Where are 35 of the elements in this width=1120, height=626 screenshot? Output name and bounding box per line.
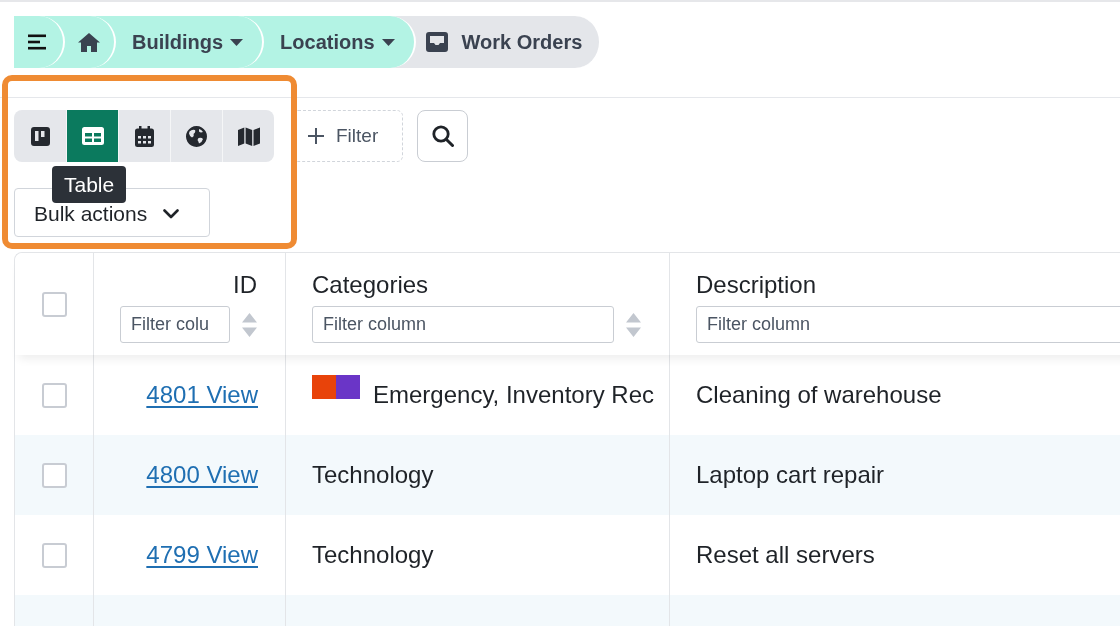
table-cell: Technology	[312, 461, 434, 489]
work-order-link[interactable]: 4800 View	[146, 461, 258, 489]
filter-field[interactable]: Filter colu	[120, 306, 230, 343]
table-cell: Reset all servers	[696, 541, 875, 569]
search-button[interactable]	[417, 110, 468, 162]
calendar-icon	[135, 125, 154, 147]
column-title: Description	[696, 272, 817, 298]
column-title: Categories	[312, 272, 429, 298]
home-icon	[78, 32, 100, 52]
table-cell: Technology	[312, 541, 434, 569]
menu-icon	[28, 34, 46, 50]
table-cell: Laptop cart repair	[696, 461, 885, 489]
row-checkbox[interactable]	[41, 542, 67, 568]
inbox-icon	[425, 32, 448, 52]
board-icon	[30, 126, 50, 146]
table-icon	[81, 127, 104, 145]
work-order-link[interactable]: 4799 View	[146, 541, 258, 569]
row-checkbox[interactable]	[41, 462, 67, 488]
column-title: ID	[233, 272, 257, 298]
caret-icon	[230, 38, 244, 46]
filter-field[interactable]: Filter column	[696, 306, 1120, 343]
filter-field[interactable]: Filter column	[312, 306, 614, 343]
table-cell: Emergency, Inventory Rec	[373, 381, 654, 409]
table-cell: Cleaning of warehouse	[696, 381, 942, 409]
plus-icon	[308, 128, 324, 144]
select-all-checkbox[interactable]	[41, 291, 67, 317]
menu-button[interactable]	[14, 16, 65, 68]
search-icon	[431, 125, 454, 147]
globe-icon	[186, 125, 207, 147]
map-icon	[237, 126, 260, 146]
caret-icon	[381, 38, 395, 46]
work-order-link[interactable]: 4801 View	[146, 381, 258, 409]
chevron-down-icon	[163, 208, 180, 219]
tooltip: Table	[52, 166, 127, 203]
row-checkbox[interactable]	[41, 382, 67, 408]
